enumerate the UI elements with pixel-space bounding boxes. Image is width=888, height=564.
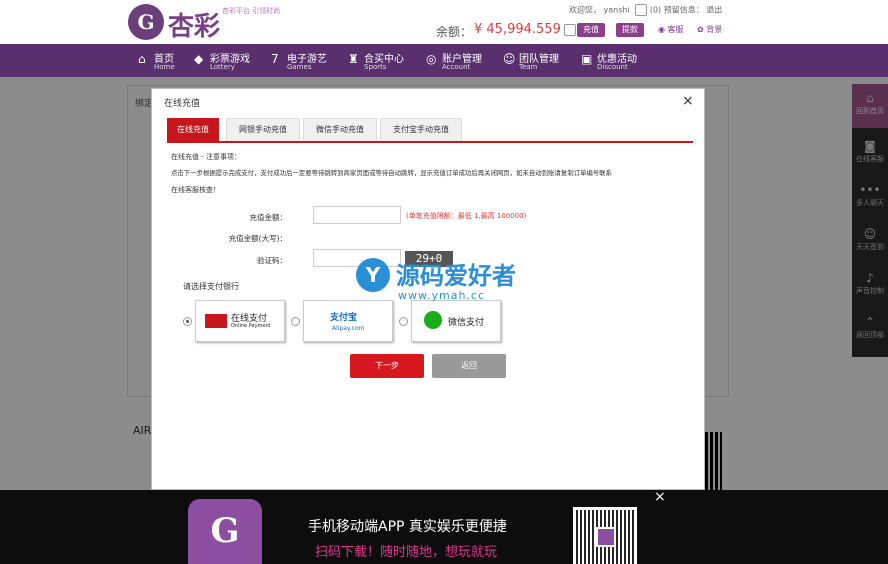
watermark-url: www.ymah.cc (398, 289, 486, 302)
radio-online-pay[interactable] (183, 317, 192, 326)
logo-icon[interactable]: G (128, 4, 164, 40)
app-download-banner: G 手机移动端APP 真实娱乐更便捷 扫码下载！随时随地，想玩就玩 × (0, 489, 888, 564)
radio-wechat[interactable] (399, 317, 408, 326)
tab-alipay-manual[interactable]: 支付宝手动充值 (380, 118, 462, 141)
notice-line-2: 在线客服核查！ (171, 186, 220, 194)
amount-input[interactable] (313, 206, 401, 224)
trophy-icon: ♜ (348, 52, 359, 66)
wechat-icon (424, 311, 442, 329)
amount-label: 充值金额： (249, 213, 288, 222)
watermark-logo-icon: Y (356, 258, 390, 292)
next-step-button[interactable]: 下一步 (350, 354, 424, 378)
amount-upper-label: 充值金额(大写)： (228, 234, 287, 243)
close-icon[interactable]: × (682, 93, 694, 109)
tab-bank-manual[interactable]: 网银手动充值 (226, 118, 300, 141)
banner-line-1: 手机移动端APP 真实娱乐更便捷 (308, 519, 507, 535)
lottery-icon: ◆ (194, 52, 204, 66)
withdraw-button[interactable]: 提款 (616, 23, 644, 37)
app-logo-icon: G (188, 499, 262, 564)
unionpay-icon (205, 314, 227, 328)
balance-label: 余额： (436, 25, 473, 39)
back-button[interactable]: 返回 (432, 354, 506, 378)
username: yanshi (603, 5, 630, 15)
logo-text[interactable]: 杏彩 (168, 6, 220, 43)
amount-limit-hint: (单笔充值限额：最低 1,最高 100000) (406, 212, 527, 220)
watermark: Y 源码爱好者 www.ymah.cc (356, 256, 536, 304)
notice-label: 预留信息： (663, 5, 704, 15)
logout-link[interactable]: 退出 (706, 6, 722, 15)
bank-alipay[interactable]: 支付宝 Alipay.com (303, 300, 393, 342)
radio-alipay[interactable] (291, 317, 300, 326)
alipay-logo: 支付宝 (330, 313, 358, 323)
home-icon: ⌂ (138, 52, 146, 66)
slogan: 杏彩平台 引领时尚 (222, 7, 281, 15)
bank-wechat[interactable]: 微信支付 (411, 300, 501, 342)
mail-icon[interactable] (635, 4, 648, 16)
bank-select-label: 请选择支付银行 (183, 282, 239, 291)
download-qr-code[interactable] (573, 507, 637, 564)
captcha-label: 验证码： (257, 256, 287, 265)
recharge-tabs: 在线充值 网银手动充值 微信手动充值 支付宝手动充值 (167, 115, 693, 143)
bank-online-pay[interactable]: 在线支付 Online Payment (195, 300, 285, 342)
welcome-label: 欢迎您， (569, 5, 601, 15)
message-count[interactable]: (0) (650, 6, 661, 15)
gift-icon: ▣ (581, 52, 593, 66)
balance-value: ¥ 45,994.559 (474, 22, 576, 37)
games-icon: 7 (271, 52, 279, 66)
tab-wechat-manual[interactable]: 微信手动充值 (303, 118, 377, 141)
refresh-icon[interactable] (563, 23, 576, 36)
notice-title: 在线充值 - 注意事项： (171, 153, 241, 161)
team-icon: ☺ (503, 52, 516, 66)
recharge-button[interactable]: 充值 (577, 23, 605, 37)
watermark-title: 源码爱好者 (396, 262, 516, 290)
welcome-text: 欢迎您， yanshi (0) 预留信息： 退出 (569, 4, 722, 16)
skin-link[interactable]: ✿ 背景 (697, 24, 722, 35)
main-nav: ⌂ 首页 Home ◆ 彩票游戏 Lottery 7 电子游艺 Games ♜ 合买中… (0, 44, 888, 77)
customer-service-link[interactable]: ◉ 客服 (658, 24, 684, 35)
account-icon: ◎ (426, 52, 437, 66)
tab-online-recharge[interactable]: 在线充值 (167, 118, 219, 141)
banner-close-icon[interactable]: × (654, 489, 666, 505)
notice-line-1: 点击下一步根据提示完成支付，支付成功后一定要等待跳转到商家页面或等待自动跳转，显… (171, 169, 612, 177)
modal-title: 在线充值 (164, 99, 201, 109)
top-header: G 杏彩 杏彩平台 引领时尚 欢迎您， yanshi (0) 预留信息： 退出 … (0, 0, 888, 44)
banner-line-2: 扫码下载！随时随地，想玩就玩 (315, 545, 498, 560)
